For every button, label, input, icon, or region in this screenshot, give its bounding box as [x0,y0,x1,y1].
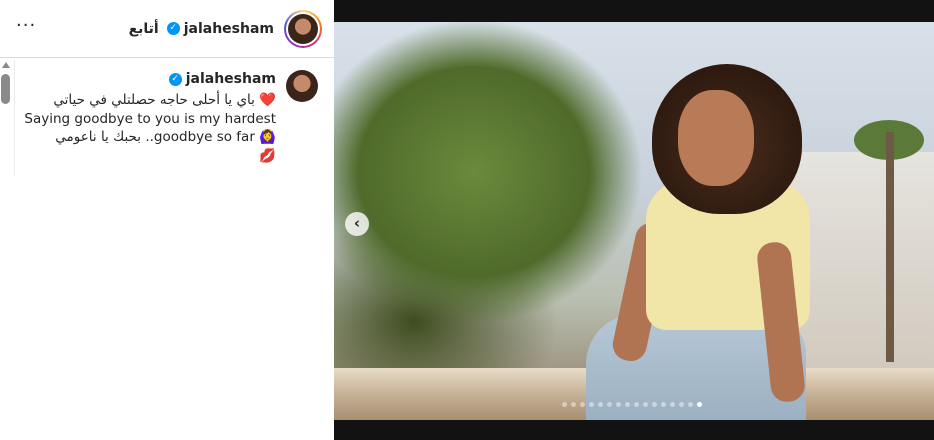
post-side-panel: jalahesham ✓ أتابع ··· jalahesham ✓ ❤️ ب… [0,0,334,440]
caption-username-link[interactable]: jalahesham ✓ [168,71,276,87]
header-username-link[interactable]: jalahesham ✓ [166,20,274,37]
carousel-dot [589,402,594,407]
post-media: ‹ [334,0,934,440]
post-header: jalahesham ✓ أتابع ··· [0,0,334,58]
carousel-dot [670,402,675,407]
verified-badge-icon: ✓ [168,72,182,86]
carousel-dot [598,402,603,407]
post-caption: jalahesham ✓ ❤️ باي يا أحلى حاجه حصلتلي … [14,60,334,176]
carousel-dot [697,402,702,407]
caption-line: Saying goodbye to you is my hardest [24,110,276,127]
carousel-dot [634,402,639,407]
caption-username: jalahesham [185,71,276,87]
caption-avatar[interactable] [286,70,318,102]
photo-palm-trunk [886,132,894,362]
photo-person-face [678,90,754,186]
carousel-dot [688,402,693,407]
carousel-dot [616,402,621,407]
scrollbar-up-arrow-icon[interactable] [2,62,10,68]
post-photo[interactable] [334,22,934,420]
carousel-dot [562,402,567,407]
instagram-post-viewer: jalahesham ✓ أتابع ··· jalahesham ✓ ❤️ ب… [0,0,934,440]
header-username: jalahesham [183,20,274,37]
caption-text: ❤️ باي يا أحلى حاجه حصلتلي في حياتي Sayi… [14,91,276,165]
avatar [286,70,318,102]
carousel-dot [571,402,576,407]
carousel-dot [679,402,684,407]
avatar [288,13,318,44]
profile-avatar-story-ring[interactable] [284,9,322,48]
carousel-indicator [562,402,702,407]
scrollbar-thumb[interactable] [1,74,10,104]
verified-badge-icon: ✓ [166,22,180,35]
caption-line: 🙆‍♀️ goodbye so far.. بحبك يا ناعومي [55,129,276,145]
carousel-dot [625,402,630,407]
carousel-dot [580,402,585,407]
caption-line: ❤️ باي يا أحلى حاجه حصلتلي في حياتي [53,92,276,108]
following-button[interactable]: أتابع [129,21,159,37]
previous-slide-button[interactable]: ‹ [345,212,369,236]
more-options-icon[interactable]: ··· [16,15,36,36]
carousel-dot [661,402,666,407]
carousel-dot [607,402,612,407]
carousel-dot [652,402,657,407]
caption-line: 💋 [259,147,276,164]
carousel-dot [643,402,648,407]
